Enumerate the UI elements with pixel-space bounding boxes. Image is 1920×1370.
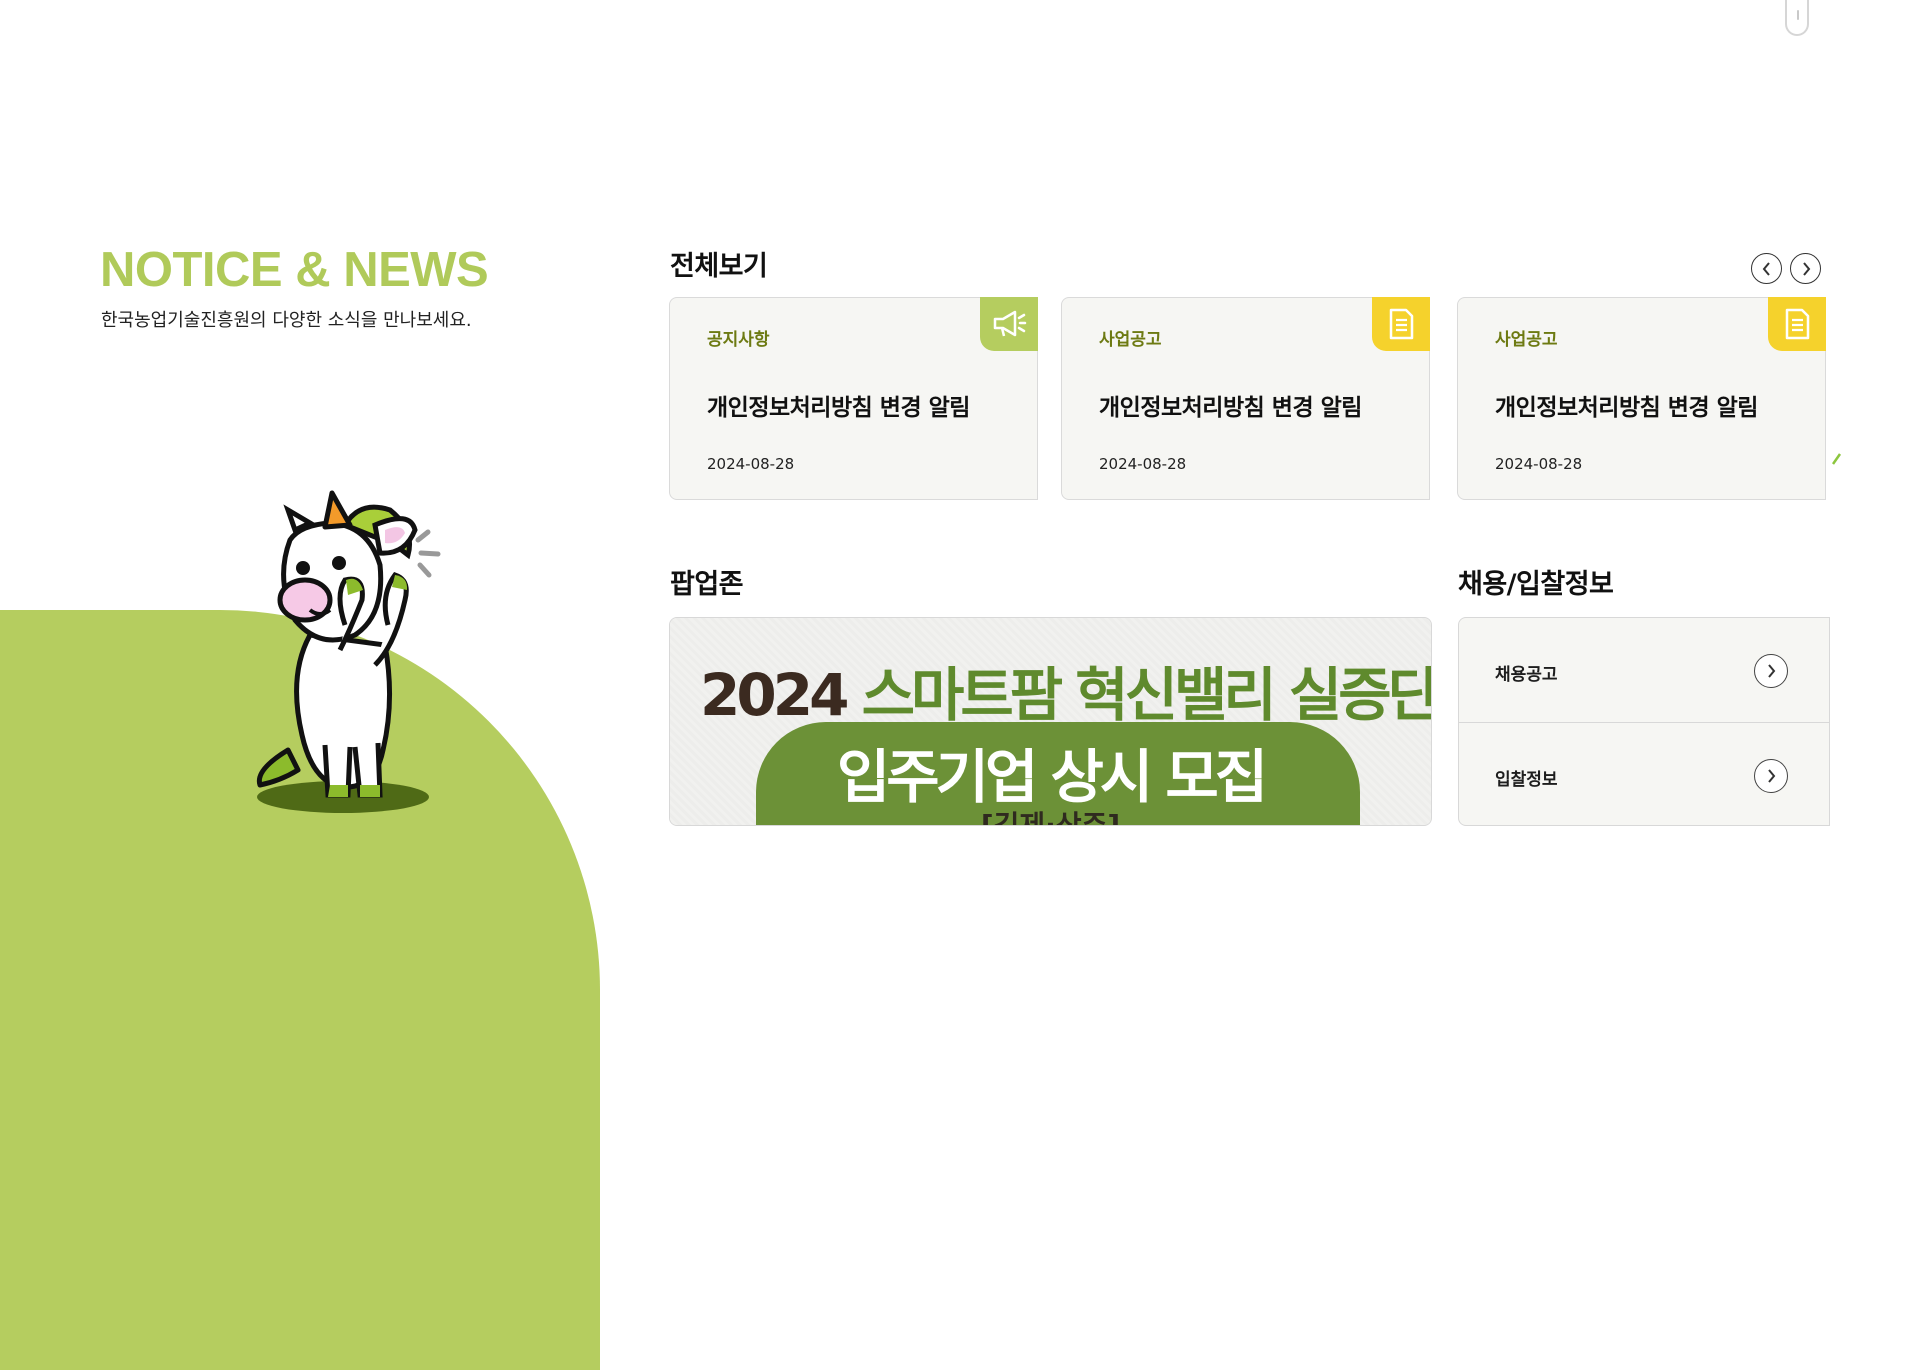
card-date: 2024-08-28 bbox=[1099, 455, 1187, 473]
news-card[interactable]: 사업공고 개인정보처리방침 변경 알림 2024-08-28 bbox=[1457, 297, 1826, 500]
recruit-item-bids[interactable]: 입찰정보 bbox=[1459, 722, 1829, 826]
banner-line1: 스마트팜 혁신밸리 실증단지 bbox=[861, 661, 1432, 729]
card-date: 2024-08-28 bbox=[707, 455, 795, 473]
card-category: 공지사항 bbox=[707, 330, 770, 350]
scroll-mouse-icon bbox=[1785, 0, 1809, 36]
card-title[interactable]: 개인정보처리방침 변경 알림 bbox=[1099, 388, 1362, 422]
card-date: 2024-08-28 bbox=[1495, 455, 1583, 473]
unicorn-mascot-icon bbox=[256, 490, 441, 813]
news-card[interactable]: 사업공고 개인정보처리방침 변경 알림 2024-08-28 bbox=[1061, 297, 1430, 500]
news-card[interactable]: 공지사항 개인정보처리방침 변경 알림 2024-08-28 bbox=[669, 297, 1038, 500]
section-title: NOTICE & NEWS bbox=[100, 243, 489, 297]
chevron-right-icon[interactable] bbox=[1754, 759, 1788, 793]
popup-zone-heading: 팝업존 bbox=[670, 569, 744, 600]
banner-line2: 입주기업 상시 모집 bbox=[836, 743, 1268, 811]
recruit-list: 채용공고 입찰정보 bbox=[1458, 617, 1830, 826]
prev-button[interactable] bbox=[1751, 253, 1782, 284]
recruit-heading: 채용/입찰정보 bbox=[1458, 569, 1614, 600]
all-view-heading: 전체보기 bbox=[670, 251, 768, 282]
popup-banner[interactable]: 2024 스마트팜 혁신밸리 실증단지 입주기업 상시 모집 [김제·상주] bbox=[669, 617, 1432, 826]
megaphone-icon bbox=[980, 297, 1038, 351]
chevron-right-icon[interactable] bbox=[1754, 654, 1788, 688]
banner-headline: 2024 스마트팜 혁신밸리 실증단지 bbox=[700, 648, 1432, 732]
card-category: 사업공고 bbox=[1099, 330, 1162, 350]
document-icon bbox=[1768, 297, 1826, 351]
card-title[interactable]: 개인정보처리방침 변경 알림 bbox=[1495, 388, 1758, 422]
chevron-left-icon bbox=[1762, 261, 1770, 276]
recruit-item-label: 채용공고 bbox=[1495, 665, 1558, 685]
banner-line3: [김제·상주] bbox=[980, 809, 1121, 826]
recruit-item-label: 입찰정보 bbox=[1495, 770, 1558, 790]
card-category: 사업공고 bbox=[1495, 330, 1558, 350]
banner-year: 2024 bbox=[700, 661, 849, 729]
chevron-right-icon bbox=[1802, 261, 1810, 276]
green-check-icon bbox=[1832, 453, 1842, 465]
card-title[interactable]: 개인정보처리방침 변경 알림 bbox=[707, 388, 970, 422]
section-subtitle: 한국농업기술진흥원의 다양한 소식을 만나보세요. bbox=[101, 310, 472, 331]
document-icon bbox=[1372, 297, 1430, 351]
recruit-item-jobs[interactable]: 채용공고 bbox=[1459, 618, 1829, 722]
next-button[interactable] bbox=[1790, 253, 1821, 284]
